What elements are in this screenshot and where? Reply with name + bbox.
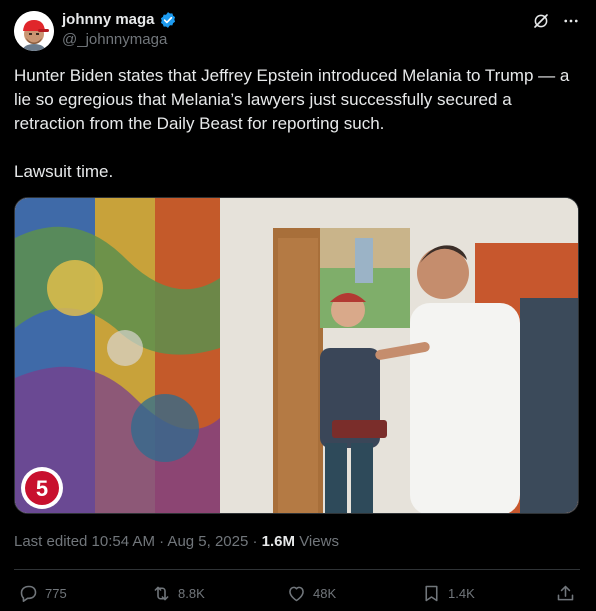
tweet-meta: Last edited 10:54 AM · Aug 5, 2025 · 1.6… xyxy=(14,532,339,552)
reply-button[interactable]: 775 xyxy=(18,583,67,604)
reply-icon xyxy=(18,583,39,604)
views-count: 1.6M xyxy=(261,533,296,550)
tweet-header-actions xyxy=(532,12,580,30)
avatar[interactable] xyxy=(14,11,54,51)
reply-count: 775 xyxy=(45,585,67,601)
grok-icon[interactable] xyxy=(532,12,550,30)
bookmark-count: 1.4K xyxy=(448,585,475,601)
like-count: 48K xyxy=(313,585,337,601)
like-icon xyxy=(286,583,307,604)
more-icon[interactable] xyxy=(562,12,580,30)
tweet: johnny maga @_johnnymaga Hunter Biden st… xyxy=(0,0,596,611)
divider xyxy=(14,569,580,570)
edited-timestamp[interactable]: Last edited 10:54 AM · Aug 5, 2025 · xyxy=(14,533,262,550)
author-handle[interactable]: @_johnnymaga xyxy=(62,31,167,49)
tweet-media-video[interactable]: 5 xyxy=(14,197,579,514)
tweet-actions: 775 8.8K 48K 1.4K xyxy=(18,583,580,605)
verified-badge-icon[interactable] xyxy=(159,11,177,29)
repost-button[interactable]: 8.8K xyxy=(151,583,205,604)
bookmark-button[interactable]: 1.4K xyxy=(421,583,475,604)
share-button[interactable] xyxy=(555,583,576,604)
repost-icon xyxy=(151,583,172,604)
author-name-row: johnny maga xyxy=(62,11,177,29)
author-display-name[interactable]: johnny maga xyxy=(62,11,155,29)
share-icon xyxy=(555,583,576,604)
repost-count: 8.8K xyxy=(178,585,205,601)
tweet-text: Hunter Biden states that Jeffrey Epstein… xyxy=(14,66,570,181)
bookmark-icon xyxy=(421,583,442,604)
video-thumbnail-image: 5 xyxy=(15,198,578,513)
channel-logo: 5 xyxy=(36,476,48,501)
like-button[interactable]: 48K xyxy=(286,583,336,604)
views-label: Views xyxy=(295,533,339,550)
